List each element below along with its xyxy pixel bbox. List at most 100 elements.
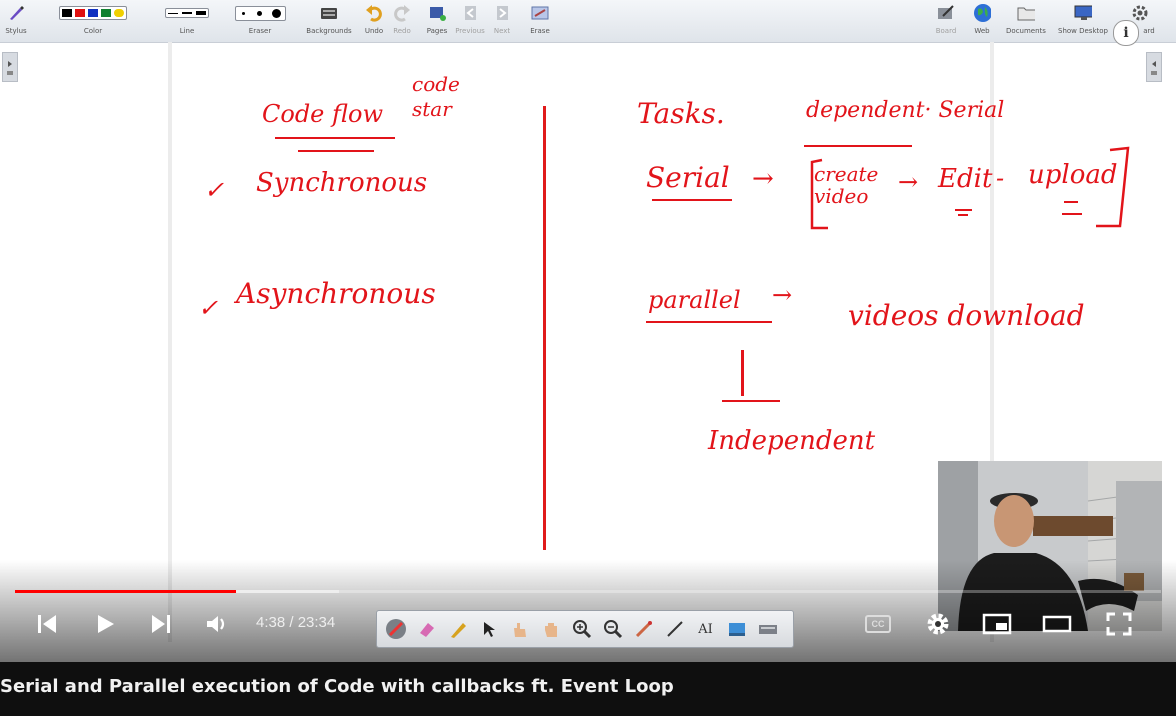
dash-edit-upload: - xyxy=(996,164,1005,192)
text-tasks: Tasks. xyxy=(637,97,725,130)
color-swatch-yellow[interactable] xyxy=(114,9,124,17)
pan-tool[interactable] xyxy=(538,617,563,642)
left-panel-toggle[interactable] xyxy=(2,52,18,82)
fullscreen-button[interactable] xyxy=(1102,600,1136,648)
eraser-small[interactable] xyxy=(241,11,245,15)
documents-button[interactable]: Documents xyxy=(1006,0,1046,42)
show-desktop-button[interactable]: Show Desktop xyxy=(1058,0,1108,42)
zoom-out-icon xyxy=(603,620,622,639)
select-tool[interactable] xyxy=(476,617,501,642)
settings-button[interactable] xyxy=(922,600,954,648)
skip-next-icon xyxy=(152,615,170,633)
volume-button[interactable] xyxy=(202,600,234,648)
eraser-picker[interactable]: Eraser xyxy=(228,0,292,42)
color-swatch-red[interactable] xyxy=(75,9,85,17)
play-icon xyxy=(98,615,114,633)
pages-button[interactable]: Pages xyxy=(424,0,450,42)
globe-icon xyxy=(973,4,991,22)
backgrounds-button[interactable]: Backgrounds xyxy=(304,0,354,42)
redo-icon xyxy=(393,4,411,22)
color-swatch-black[interactable] xyxy=(62,9,72,17)
arrow-serial: → xyxy=(752,164,774,194)
eraser-medium[interactable] xyxy=(256,10,262,16)
time-display: 4:38 / 23:34 xyxy=(256,614,336,631)
erase-button[interactable]: Erase xyxy=(528,0,552,42)
highlighter-icon xyxy=(450,623,466,638)
line-picker[interactable]: Line xyxy=(156,0,218,42)
stroke-parallel-vertical xyxy=(741,350,744,396)
previous-page-icon xyxy=(461,4,479,22)
check-asynchronous: ✓ xyxy=(198,294,219,322)
zoom-out-tool[interactable] xyxy=(600,617,625,642)
text-upload: upload xyxy=(1028,160,1118,190)
miniplayer-button[interactable] xyxy=(980,600,1014,648)
color-picker[interactable]: Color xyxy=(38,0,148,42)
gear-settings-icon xyxy=(1131,4,1149,22)
text-asynchronous: Asynchronous xyxy=(236,277,436,310)
progress-bar[interactable] xyxy=(15,590,1161,593)
pointer-hand-tool[interactable] xyxy=(507,617,532,642)
theater-mode-icon xyxy=(1042,615,1072,633)
text-tool[interactable]: AI xyxy=(693,617,718,642)
previous-video-button[interactable] xyxy=(32,600,62,648)
skip-previous-icon xyxy=(38,615,56,633)
folder-icon xyxy=(1017,4,1035,22)
screen-capture-icon xyxy=(728,623,745,636)
text-independent: Independent xyxy=(708,426,876,456)
undo-button[interactable]: Undo xyxy=(362,0,386,42)
line-thin[interactable] xyxy=(168,12,178,14)
underline-parallel xyxy=(646,321,772,323)
laser-tool[interactable] xyxy=(631,617,656,642)
redo-button[interactable]: Redo xyxy=(390,0,414,42)
color-swatch-blue[interactable] xyxy=(88,9,98,17)
pen-tools-toolbar: AI xyxy=(376,610,794,648)
progress-played xyxy=(15,590,237,593)
web-button[interactable]: Web xyxy=(970,0,994,42)
check-synchronous: ✓ xyxy=(204,176,225,204)
color-swatch-green[interactable] xyxy=(101,9,111,17)
eraser-sizes[interactable] xyxy=(234,5,286,21)
board-divider xyxy=(543,106,546,550)
text-synchronous: Synchronous xyxy=(256,168,428,198)
line-medium[interactable] xyxy=(182,12,192,14)
eraser-large[interactable] xyxy=(271,8,281,18)
volume-icon xyxy=(207,616,225,632)
monitor-icon xyxy=(1074,4,1092,22)
previous-page-button[interactable]: Previous xyxy=(454,0,486,42)
whiteboard-toolbar: Stylus Color Line Eraser Backgrounds Und… xyxy=(0,0,1176,43)
eraser-tool[interactable] xyxy=(414,617,439,642)
screen-capture-tool[interactable] xyxy=(724,617,749,642)
captions-button[interactable]: CC xyxy=(862,600,894,648)
stylus-tool[interactable]: Stylus xyxy=(4,0,28,42)
zoom-in-tool[interactable] xyxy=(569,617,594,642)
play-button[interactable] xyxy=(90,600,120,648)
board-button[interactable]: Board xyxy=(934,0,958,42)
next-page-button[interactable]: Next xyxy=(490,0,514,42)
erase-board-icon xyxy=(531,4,549,22)
pages-icon xyxy=(428,4,446,22)
pointer-arrow-icon xyxy=(483,622,495,637)
keyboard-tool[interactable] xyxy=(755,617,780,642)
line-widths[interactable] xyxy=(165,8,209,18)
right-panel-toggle[interactable] xyxy=(1146,52,1162,82)
color-swatches[interactable] xyxy=(59,6,127,20)
text-serial: Serial xyxy=(646,161,730,194)
text-code-flow: Code flow xyxy=(262,100,384,128)
video-title: Serial and Parallel execution of Code wi… xyxy=(0,676,674,697)
highlighter-tool[interactable] xyxy=(445,617,470,642)
pen-tool[interactable] xyxy=(383,617,408,642)
zoom-in-icon xyxy=(572,620,591,639)
info-card-icon[interactable]: i xyxy=(1113,20,1139,46)
gear-icon xyxy=(927,613,949,635)
line-thick[interactable] xyxy=(196,11,206,15)
theater-mode-button[interactable] xyxy=(1040,600,1074,648)
next-video-button[interactable] xyxy=(146,600,176,648)
next-page-icon xyxy=(493,4,511,22)
fullscreen-icon xyxy=(1106,612,1132,636)
text-create-video: create video xyxy=(814,162,879,208)
text-dependent-serial: dependent· Serial xyxy=(806,98,1005,123)
line-tool[interactable] xyxy=(662,617,687,642)
video-player[interactable]: Stylus Color Line Eraser Backgrounds Und… xyxy=(0,0,1176,662)
text-videos-download: videos download xyxy=(848,299,1085,332)
stroke-parallel-base xyxy=(722,400,780,402)
